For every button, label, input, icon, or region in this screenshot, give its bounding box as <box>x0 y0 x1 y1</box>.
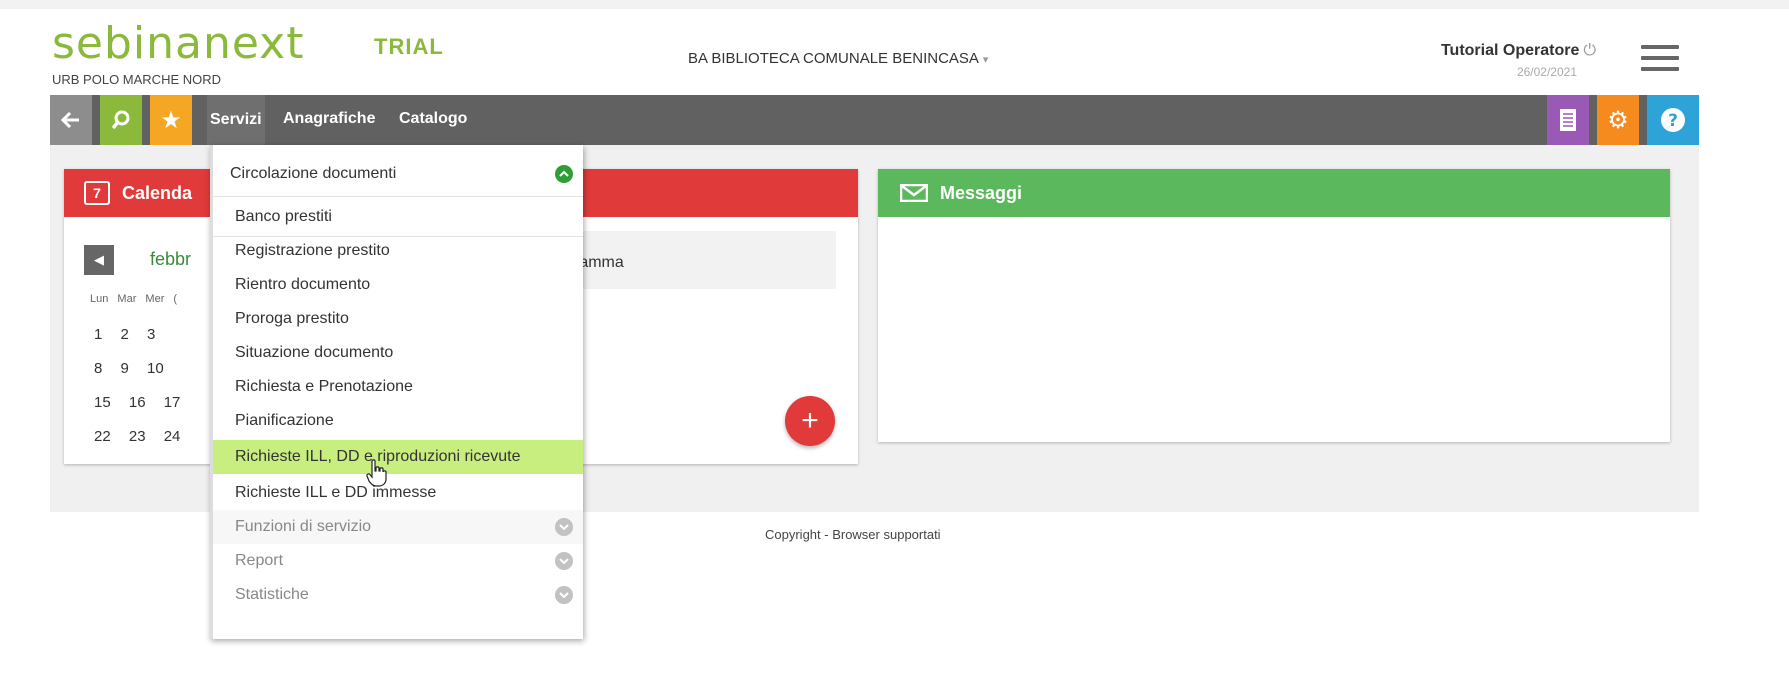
menu-section-label: Report <box>235 552 284 569</box>
chevron-up-icon[interactable] <box>555 165 573 183</box>
operator-name: Tutorial Operatore <box>1440 42 1580 59</box>
calendar-title: Calenda <box>122 182 193 203</box>
messages-panel: Messaggi <box>878 169 1670 442</box>
search-icon <box>111 110 130 130</box>
calendar-prev-button[interactable]: ◀ <box>84 245 114 275</box>
calendar-days-of-week: Lun Mar Mer ( <box>90 293 178 305</box>
menu-item-richieste-ill-dd-immesse[interactable]: Richieste ILL e DD immesse <box>213 476 583 510</box>
menu-item-richiesta-prenotazione[interactable]: Richiesta e Prenotazione <box>213 370 583 404</box>
menu-item-rientro-documento[interactable]: Rientro documento <box>213 268 583 302</box>
nav-servizi[interactable]: Servizi <box>207 95 265 145</box>
help-icon: ? <box>1661 108 1685 132</box>
chevron-down-icon[interactable] <box>555 552 573 570</box>
logo-part1: sebina <box>52 18 203 69</box>
calendar-week-row[interactable]: 22 23 24 <box>94 428 180 445</box>
messages-title: Messaggi <box>940 182 1023 203</box>
chevron-down-icon[interactable] <box>555 586 573 604</box>
menu-section-label: Circolazione documenti <box>230 165 397 182</box>
top-strip <box>0 0 1789 9</box>
menu-section-report[interactable]: Report <box>213 544 583 578</box>
menu-item-registrazione-prestito[interactable]: Registrazione prestito <box>213 234 583 268</box>
star-icon: ★ <box>160 106 182 134</box>
favorites-button[interactable]: ★ <box>150 95 192 145</box>
search-button[interactable] <box>100 95 142 145</box>
menu-item-pianificazione[interactable]: Pianificazione <box>213 404 583 438</box>
gear-icon: ⚙ <box>1607 106 1629 134</box>
plus-icon: + <box>801 404 819 437</box>
nav-catalogo[interactable]: Catalogo <box>399 110 467 128</box>
caret-down-icon: ▾ <box>982 54 989 66</box>
calendar-week-row[interactable]: 8 9 10 <box>94 360 164 377</box>
calendar-week-row[interactable]: 1 2 3 <box>94 326 155 343</box>
menu-section-label: Statistiche <box>235 586 309 603</box>
hamburger-menu-icon[interactable] <box>1641 45 1679 75</box>
power-icon[interactable]: ⏻ <box>1583 42 1596 59</box>
menu-item-richieste-ill-dd-ricevute[interactable]: Richieste ILL, DD e riproduzioni ricevut… <box>213 440 583 474</box>
chevron-down-icon[interactable] <box>555 518 573 536</box>
menu-item-proroga-prestito[interactable]: Proroga prestito <box>213 302 583 336</box>
document-button[interactable] <box>1547 95 1589 145</box>
arrow-left-icon <box>61 111 79 129</box>
polo-name: URB POLO MARCHE NORD <box>52 72 222 87</box>
edition-label: TRIAL <box>374 34 444 59</box>
library-name: BA BIBLIOTECA COMUNALE BENINCASA <box>688 50 979 67</box>
menu-section-funzioni-servizio[interactable]: Funzioni di servizio <box>213 510 583 544</box>
servizi-dropdown-menu: Circolazione documenti Banco prestiti Re… <box>210 145 583 639</box>
menu-section-circolazione[interactable]: Circolazione documenti <box>213 157 583 191</box>
calendar-icon: 7 <box>84 181 110 205</box>
operator-menu[interactable]: Tutorial Operatore ⏻ <box>1441 42 1596 60</box>
main-navbar: ★ Servizi Anagrafiche Catalogo ⚙ ? <box>50 95 1699 145</box>
messages-header: Messaggi <box>878 169 1670 217</box>
app-logo[interactable]: sebinanext <box>52 22 304 66</box>
menu-item-banco-prestiti[interactable]: Banco prestiti <box>213 200 583 234</box>
back-button[interactable] <box>50 95 92 145</box>
mail-icon <box>900 184 928 202</box>
menu-section-label: Funzioni di servizio <box>235 518 372 535</box>
menu-item-situazione-documento[interactable]: Situazione documento <box>213 336 583 370</box>
nav-anagrafiche[interactable]: Anagrafiche <box>283 110 375 128</box>
operator-date: 26/02/2021 <box>1516 65 1577 79</box>
logo-part2: next <box>203 18 305 69</box>
settings-button[interactable]: ⚙ <box>1597 95 1639 145</box>
hand-cursor-icon <box>366 459 387 487</box>
menu-divider <box>213 196 583 197</box>
calendar-month: febbr <box>150 249 192 269</box>
add-button[interactable]: + <box>785 396 835 446</box>
library-selector[interactable]: BA BIBLIOTECA COMUNALE BENINCASA ▾ <box>688 50 988 67</box>
menu-section-statistiche[interactable]: Statistiche <box>213 578 583 612</box>
help-button[interactable]: ? <box>1647 95 1699 145</box>
footer-text[interactable]: Copyright - Browser supportati <box>765 527 941 542</box>
document-icon <box>1560 109 1576 131</box>
svg-text:?: ? <box>1668 111 1678 131</box>
calendar-week-row[interactable]: 15 16 17 <box>94 394 180 411</box>
